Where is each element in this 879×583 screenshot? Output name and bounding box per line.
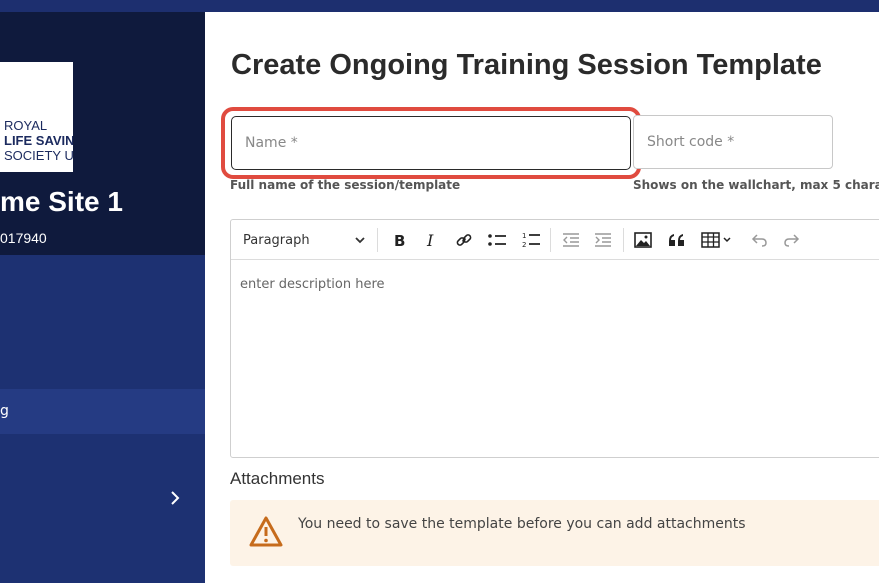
attachments-heading: Attachments [230,469,325,488]
indent-icon[interactable] [591,228,615,252]
editor-toolbar: Paragraph B I 12 [231,220,879,260]
name-input[interactable] [231,116,631,170]
top-bar [0,0,879,12]
rlss-logo: ROYAL LIFE SAVING SOCIETY UK [0,62,73,172]
italic-icon[interactable]: I [419,228,443,252]
undo-icon[interactable] [747,228,771,252]
main-content: Create Ongoing Training Session Template… [205,12,879,583]
numbered-list-icon[interactable]: 12 [519,228,543,252]
description-editor-body[interactable]: enter description here [240,277,385,292]
toolbar-divider [377,228,378,252]
logo-line-2: LIFE SAVING [4,133,73,148]
name-helper-text: Full name of the session/template [230,178,461,192]
toolbar-divider [623,228,624,252]
image-icon[interactable] [631,228,655,252]
sidebar-item-active[interactable]: g [0,389,205,434]
sidebar: ROYAL LIFE SAVING SOCIETY UK me Site 1 0… [0,12,205,583]
sidebar-header: ROYAL LIFE SAVING SOCIETY UK me Site 1 0… [0,12,205,255]
attachments-warning-text: You need to save the template before you… [298,516,746,532]
table-icon[interactable] [697,228,737,252]
site-name: me Site 1 [0,186,123,217]
chevron-down-icon [355,233,365,248]
attachments-warning-alert: You need to save the template before you… [230,500,879,566]
svg-text:2: 2 [522,241,526,249]
paragraph-style-select[interactable]: Paragraph [239,228,369,252]
bulleted-list-icon[interactable] [485,228,509,252]
paragraph-style-label: Paragraph [243,232,310,248]
sidebar-item-label: g [0,403,9,419]
toolbar-divider [550,228,551,252]
svg-text:I: I [426,232,434,248]
short-code-helper-text: Shows on the wallchart, max 5 characters [633,178,879,192]
svg-text:B: B [394,232,405,248]
bold-icon[interactable]: B [387,228,411,252]
logo-line-1: ROYAL [4,118,48,133]
outdent-icon[interactable] [559,228,583,252]
short-code-input[interactable] [633,115,833,169]
svg-text:1: 1 [522,232,526,240]
chevron-right-icon [170,490,180,509]
redo-icon[interactable] [780,228,804,252]
description-editor: Paragraph B I 12 enter description here [230,219,879,458]
link-icon[interactable] [452,228,476,252]
page-title: Create Ongoing Training Session Template [231,49,822,81]
site-id: 017940 [0,230,47,246]
sidebar-item-expandable[interactable] [0,482,205,518]
blockquote-icon[interactable] [665,228,689,252]
warning-icon [248,515,284,549]
logo-line-3: SOCIETY UK [4,148,73,163]
